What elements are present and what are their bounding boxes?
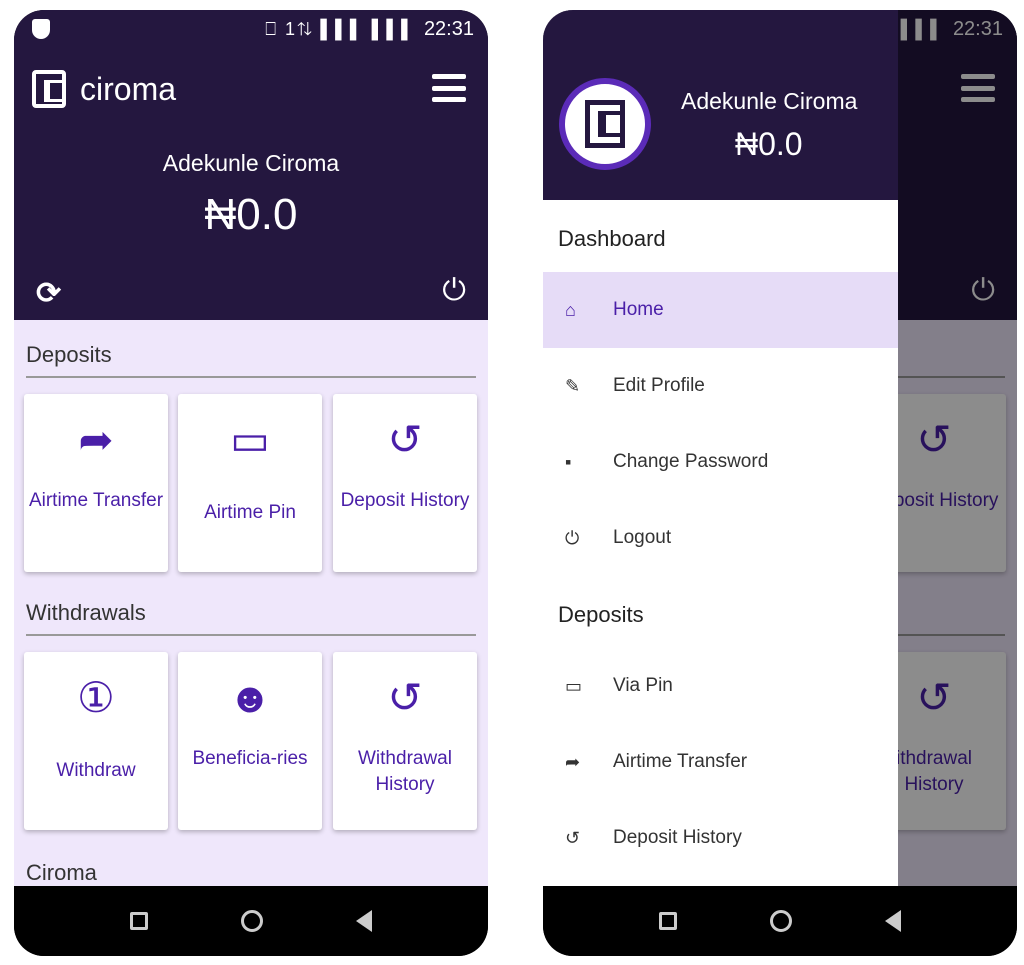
navigation-drawer: Adekunle Ciroma ₦0.0 Dashboard ⌂ Home ✎ … [543, 10, 898, 886]
ciroma-logo-icon [585, 100, 625, 148]
recents-icon[interactable] [659, 912, 678, 930]
drawer-header: Adekunle Ciroma ₦0.0 [543, 10, 898, 200]
share-arrow-icon: ➦ [78, 416, 114, 463]
user-name: Adekunle Ciroma [162, 150, 340, 176]
divider [26, 634, 476, 636]
card-label: Deposit History [340, 490, 470, 511]
drawer-item-label: Change Password [613, 451, 769, 472]
divider [26, 376, 476, 378]
credit-card-icon: ▭ [230, 416, 270, 463]
drawer-user-name: Adekunle Ciroma [681, 88, 858, 114]
history-icon: ↺ [387, 674, 423, 721]
edit-icon: ✎ [565, 375, 581, 396]
home-button-icon[interactable] [240, 910, 263, 932]
android-nav-bar [14, 886, 488, 956]
money-icon: ① [77, 674, 115, 721]
power-icon: ⏻ [565, 527, 580, 548]
card-label: Beneficia-ries [192, 748, 308, 769]
shield-icon [32, 19, 50, 39]
status-time: 22:31 [423, 17, 474, 40]
users-icon: ☻ [227, 674, 273, 721]
app-logo-row: ciroma [32, 70, 176, 108]
credit-card-icon: ▭ [565, 675, 583, 696]
drawer-item-label: Via Pin [613, 675, 673, 696]
card-beneficiaries[interactable]: ☻ Beneficia-ries [178, 652, 322, 830]
card-label: Withdrawal History [358, 748, 452, 795]
card-withdrawal-history[interactable]: ↺ Withdrawal History [333, 652, 477, 830]
drawer-item-home[interactable]: ⌂ Home [543, 272, 898, 348]
avatar [559, 78, 651, 170]
lock-icon: ▪ [565, 451, 572, 472]
drawer-item-change-password[interactable]: ▪ Change Password [543, 424, 898, 500]
card-airtime-pin[interactable]: ▭ Airtime Pin [178, 394, 322, 572]
menu-icon[interactable] [432, 74, 466, 102]
home-button-icon[interactable] [769, 910, 792, 932]
section-title-deposits: Deposits [26, 342, 112, 367]
card-label: Airtime Pin [204, 502, 296, 523]
status-bar: ⎕ 1⇅ ▌▌▌ ▌▌▌ 22:31 [14, 10, 488, 48]
section-title-withdrawals: Withdrawals [26, 600, 146, 625]
phone-drawer-open: ⎕ 1⇅ ▌▌▌ ▌▌▌ 22:31 ⏻ ↺ Deposit History ↺… [543, 10, 1017, 956]
card-label: Airtime Transfer [28, 490, 164, 511]
drawer-item-label: Logout [613, 527, 672, 548]
drawer-balance: ₦0.0 [735, 126, 803, 162]
drawer-section-dashboard: Dashboard [558, 226, 666, 251]
share-arrow-icon: ➦ [565, 751, 581, 772]
power-icon[interactable]: ⏻ [442, 274, 466, 308]
history-icon: ↺ [565, 827, 581, 848]
drawer-item-logout[interactable]: ⏻ Logout [543, 500, 898, 576]
ciroma-logo-icon [32, 70, 66, 108]
drawer-item-deposit-history[interactable]: ↺ Deposit History [543, 800, 898, 876]
card-deposit-history[interactable]: ↺ Deposit History [333, 394, 477, 572]
card-withdraw[interactable]: ① Withdraw [24, 652, 168, 830]
recents-icon[interactable] [130, 912, 149, 930]
drawer-item-via-pin[interactable]: ▭ Via Pin [543, 648, 898, 724]
back-icon[interactable] [355, 910, 372, 932]
android-nav-bar [543, 886, 1017, 956]
phone-dashboard: ⎕ 1⇅ ▌▌▌ ▌▌▌ 22:31 ciroma Adekunle Cirom… [14, 10, 488, 956]
drawer-item-label: Deposit History [613, 827, 742, 848]
home-icon: ⌂ [565, 299, 576, 320]
back-icon[interactable] [884, 910, 901, 932]
app-title: ciroma [80, 70, 177, 107]
app-header: ciroma Adekunle Ciroma ₦0.0 ⟳ ⏻ [14, 48, 488, 320]
card-label: Withdraw [56, 760, 136, 781]
dashboard-content: Deposits ➦ Airtime Transfer ▭ Airtime Pi… [14, 320, 488, 886]
drawer-item-airtime-transfer[interactable]: ➦ Airtime Transfer [543, 724, 898, 800]
drawer-section-deposits: Deposits [558, 602, 644, 627]
drawer-item-label: Airtime Transfer [613, 751, 748, 772]
card-airtime-transfer[interactable]: ➦ Airtime Transfer [24, 394, 168, 572]
section-title-ciroma: Ciroma [26, 860, 97, 885]
refresh-icon[interactable]: ⟳ [36, 276, 61, 311]
drawer-item-edit-profile[interactable]: ✎ Edit Profile [543, 348, 898, 424]
signal-icons: ⎕ 1⇅ ▌▌▌ ▌▌▌ [265, 18, 416, 39]
history-icon: ↺ [387, 416, 423, 463]
wallet-balance: ₦0.0 [204, 190, 298, 239]
drawer-item-label: Home [613, 299, 664, 320]
drawer-item-label: Edit Profile [613, 375, 705, 396]
